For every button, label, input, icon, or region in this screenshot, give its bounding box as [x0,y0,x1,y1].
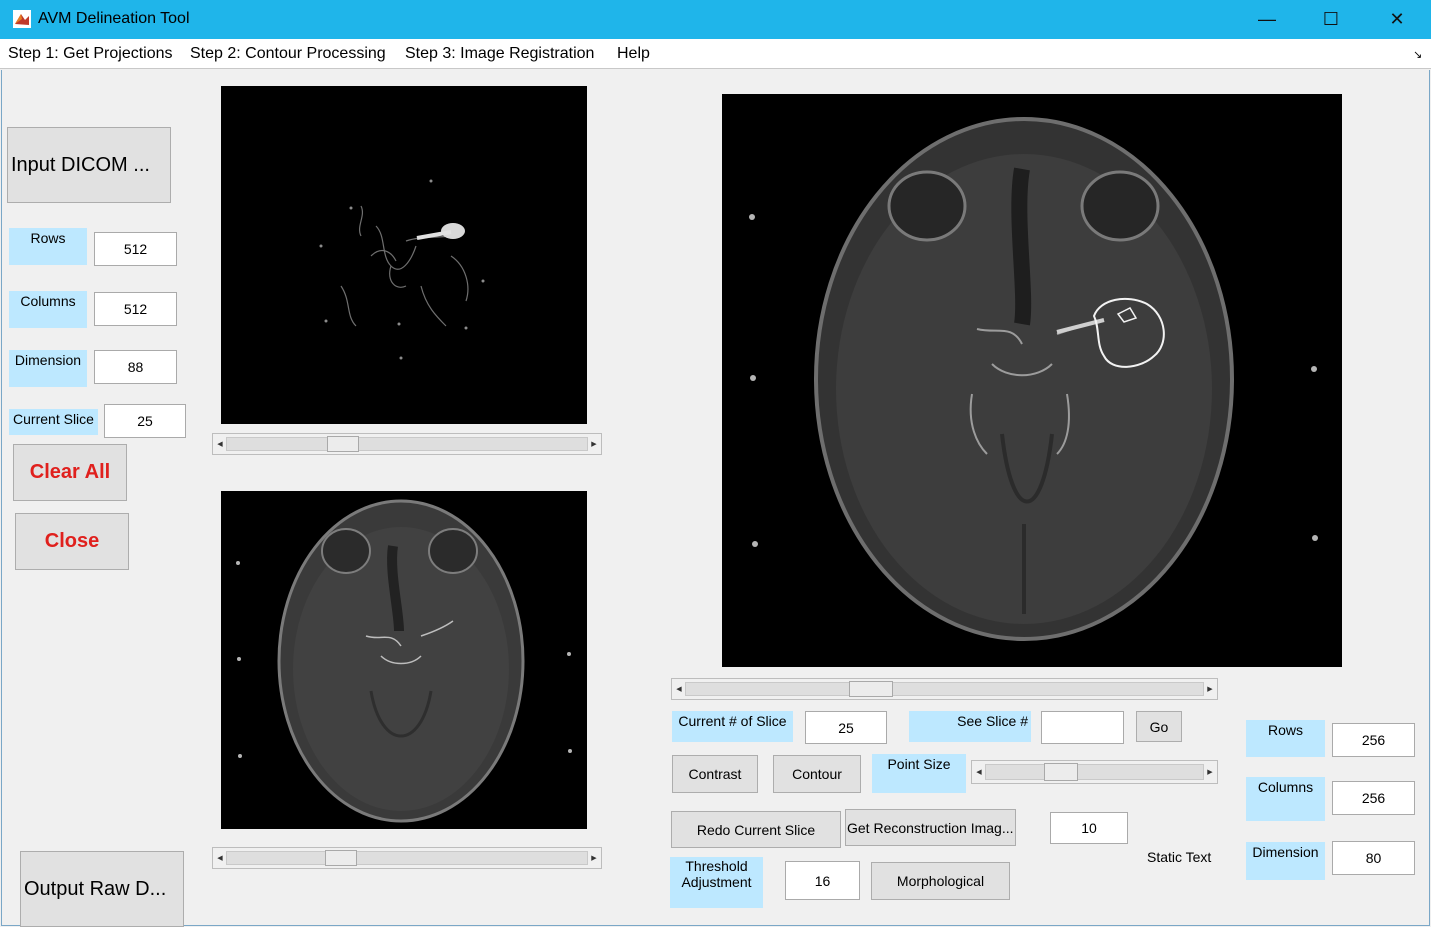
point-size-label: Point Size [872,754,966,793]
toolbar-toggle-icon[interactable]: ↘ [1413,48,1422,61]
projection-slider[interactable]: ◀ ▶ [212,433,602,455]
columns-field[interactable]: 512 [94,292,177,326]
output-raw-data-button[interactable]: Output Raw D... [20,851,184,927]
reg-columns-field[interactable]: 256 [1332,781,1415,815]
menu-step1[interactable]: Step 1: Get Projections [8,45,173,63]
columns-label: Columns [9,291,87,328]
static-text: Static Text [1147,849,1212,865]
current-slice-count-field[interactable]: 25 [805,711,887,744]
current-slice-field[interactable]: 25 [104,404,186,438]
current-slice-label: Current Slice [9,409,98,435]
projection-image [221,86,587,424]
slider-track [985,764,1204,780]
dimension-field[interactable]: 88 [94,350,177,384]
threshold-adjustment-label: Threshold Adjustment [670,857,763,908]
go-button[interactable]: Go [1136,711,1182,742]
slider-left-arrow-icon[interactable]: ◀ [673,679,685,699]
see-slice-label: See Slice # [909,711,1031,742]
threshold-field[interactable]: 16 [785,861,860,900]
axial-slice-graphic [221,491,587,829]
reg-rows-label: Rows [1246,720,1325,757]
contour-slice-graphic [722,94,1342,667]
reconstruction-field[interactable]: 10 [1050,812,1128,844]
slider-right-arrow-icon[interactable]: ▶ [1204,761,1216,783]
reg-rows-field[interactable]: 256 [1332,723,1415,757]
redo-current-slice-button[interactable]: Redo Current Slice [671,811,841,848]
menu-step2[interactable]: Step 2: Contour Processing [190,45,386,63]
get-reconstruction-image-button[interactable]: Get Reconstruction Imag... [845,809,1016,846]
close-button[interactable]: Close [15,513,129,570]
slider-thumb[interactable] [325,850,357,866]
slider-thumb[interactable] [327,436,359,452]
reg-dimension-field[interactable]: 80 [1332,841,1415,875]
close-window-button[interactable]: ✕ [1364,0,1430,39]
axial-slider[interactable]: ◀ ▶ [212,847,602,869]
dimension-label: Dimension [9,350,87,387]
minimize-button[interactable]: — [1234,0,1300,39]
reg-columns-label: Columns [1246,777,1325,821]
slider-left-arrow-icon[interactable]: ◀ [214,848,226,868]
slider-track [226,437,588,451]
threshold-label-line1: Threshold [685,858,748,874]
contour-button[interactable]: Contour [773,755,861,793]
menu-step3[interactable]: Step 3: Image Registration [405,45,594,63]
current-slice-count-label: Current # of Slice [672,711,793,742]
see-slice-field[interactable] [1041,711,1124,744]
menu-help[interactable]: Help [617,45,650,63]
rows-field[interactable]: 512 [94,232,177,266]
minimize-icon: — [1258,9,1276,29]
rows-label: Rows [9,228,87,265]
slider-right-arrow-icon[interactable]: ▶ [1204,679,1216,699]
slider-left-arrow-icon[interactable]: ◀ [214,434,226,454]
slider-thumb[interactable] [849,681,893,697]
input-dicom-button[interactable]: Input DICOM ... [7,127,171,203]
slider-track [685,682,1204,696]
slider-track [226,851,588,865]
title-bar [0,0,1431,39]
slider-left-arrow-icon[interactable]: ◀ [973,761,985,783]
slider-right-arrow-icon[interactable]: ▶ [588,848,600,868]
maximize-button[interactable]: ☐ [1298,0,1364,39]
point-size-slider[interactable]: ◀ ▶ [971,760,1218,784]
close-icon: ✕ [1389,9,1405,29]
morphological-button[interactable]: Morphological [871,862,1010,900]
matlab-logo-icon [13,10,31,28]
threshold-label-line2: Adjustment [681,874,752,890]
contrast-button[interactable]: Contrast [672,755,758,793]
axial-slice-image [221,491,587,829]
window-title: AVM Delineation Tool [38,10,190,27]
reg-dimension-label: Dimension [1246,842,1325,880]
slider-thumb[interactable] [1044,763,1078,781]
clear-all-button[interactable]: Clear All [13,444,127,501]
slider-right-arrow-icon[interactable]: ▶ [588,434,600,454]
contour-slider[interactable]: ◀ ▶ [671,678,1218,700]
maximize-icon: ☐ [1322,9,1340,29]
projection-image-graphic [221,86,587,424]
contour-slice-image [722,94,1342,667]
